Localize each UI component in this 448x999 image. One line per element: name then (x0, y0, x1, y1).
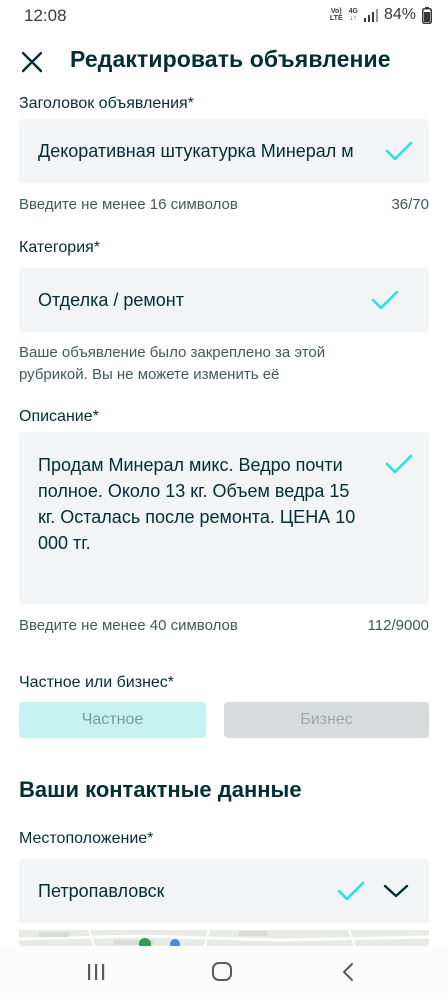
title-field-helper: Введите не менее 16 символов (19, 196, 238, 213)
close-icon (21, 51, 43, 73)
location-select[interactable]: Петропавловск (19, 859, 429, 923)
contacts-section-title: Ваши контактные данные (19, 777, 302, 802)
close-button[interactable] (16, 46, 48, 78)
location-label: Местоположение* (19, 830, 154, 847)
description-field-counter: 112/9000 (367, 617, 429, 634)
description-field-helper: Введите не менее 40 символов (19, 617, 238, 634)
map-tiles (19, 930, 429, 946)
status-bar: 12:08 Vo) LTE 4G ↓↑ 84% (0, 0, 448, 32)
signal-icon (363, 8, 378, 22)
description-textarea[interactable]: Продам Минерал микс. Ведро почти полное.… (19, 432, 429, 604)
description-text: Продам Минерал микс. Ведро почти полное.… (38, 455, 356, 553)
title-field-label: Заголовок объявления* (19, 95, 194, 112)
system-nav-bar (0, 946, 448, 999)
network-type-indicator: 4G ↓↑ (348, 8, 358, 22)
category-select[interactable]: Отделка / ремонт (19, 268, 429, 332)
seller-type-label: Частное или бизнес* (19, 674, 175, 691)
chevron-down-icon[interactable] (383, 883, 409, 899)
check-icon (337, 881, 365, 901)
recent-apps-icon[interactable] (86, 960, 106, 984)
title-input-value: Декоративная штукатурка Минерал м (38, 141, 354, 161)
category-field-label: Категория* (19, 239, 101, 256)
business-option-button[interactable]: Бизнес (224, 702, 429, 738)
home-icon[interactable] (211, 960, 233, 984)
title-field-counter: 36/70 (391, 196, 429, 213)
volte-indicator: Vo) LTE (329, 8, 343, 22)
battery-icon (422, 6, 432, 24)
check-icon (385, 141, 413, 161)
status-time: 12:08 (24, 6, 67, 25)
description-field-label: Описание* (19, 408, 99, 425)
check-icon (371, 290, 399, 310)
page-title: Редактировать объявление (70, 46, 391, 72)
status-icons: Vo) LTE 4G ↓↑ 84% (330, 6, 432, 24)
location-value: Петропавловск (38, 881, 165, 901)
title-input[interactable]: Декоративная штукатурка Минерал м (19, 119, 429, 183)
category-field-helper: Ваше объявление было закреплено за этой … (19, 344, 326, 383)
back-icon[interactable] (340, 960, 356, 984)
app-bar: Редактировать объявление (0, 36, 448, 86)
battery-percent: 84% (383, 6, 416, 23)
private-option-button[interactable]: Частное (19, 702, 206, 738)
category-value: Отделка / ремонт (38, 290, 184, 310)
check-icon (385, 454, 413, 474)
location-map[interactable] (19, 930, 429, 946)
